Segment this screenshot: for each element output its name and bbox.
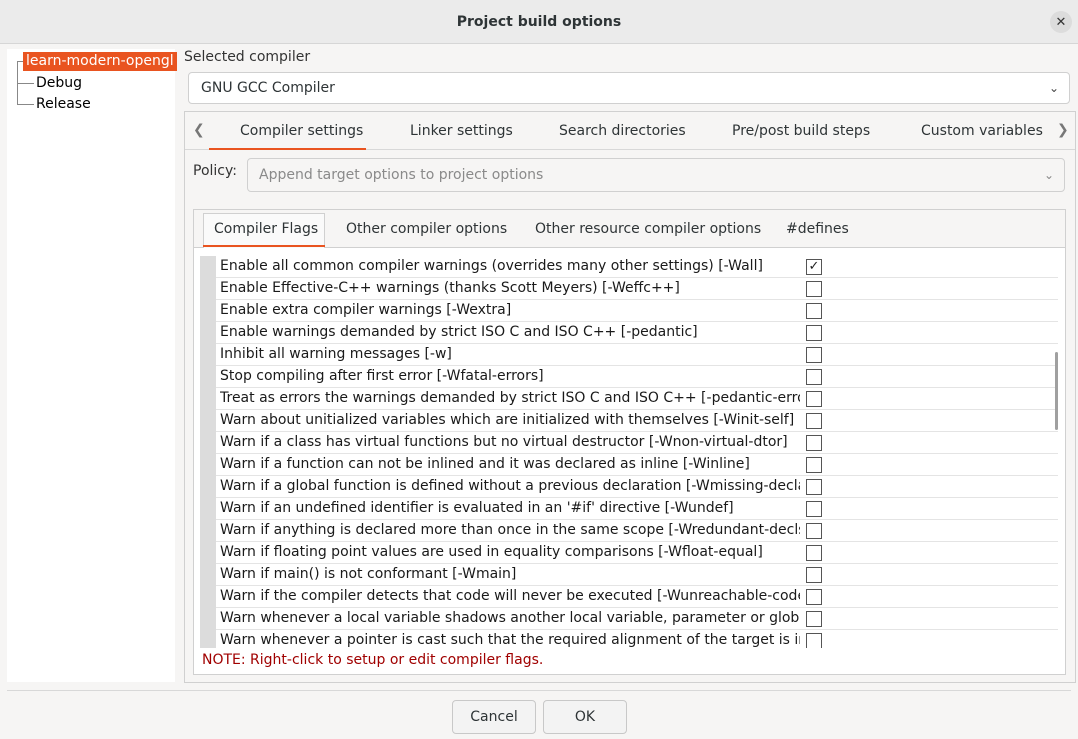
window-title: Project build options: [456, 13, 622, 30]
flag-description: Enable all common compiler warnings (ove…: [220, 258, 763, 274]
flag-checkbox[interactable]: [806, 281, 822, 297]
flag-description: Warn if a function can not be inlined an…: [220, 456, 750, 472]
active-tab-indicator: [203, 245, 325, 247]
flag-checkbox[interactable]: [806, 413, 822, 429]
flag-checkbox[interactable]: [806, 391, 822, 407]
close-icon[interactable]: ✕: [1050, 11, 1072, 33]
tab-other-compiler-options[interactable]: Other compiler options: [346, 221, 507, 237]
flag-checkbox[interactable]: [806, 567, 822, 583]
ok-button[interactable]: OK: [543, 700, 627, 734]
table-row[interactable]: Warn whenever a pointer is cast such tha…: [216, 630, 1058, 648]
table-row[interactable]: Warn if the compiler detects that code w…: [216, 586, 1058, 608]
flag-description: Warn if anything is declared more than o…: [220, 522, 800, 538]
compiler-tab-bar: Compiler Flags Other compiler options Ot…: [194, 210, 1065, 248]
active-tab-indicator: [209, 148, 366, 150]
table-row[interactable]: Warn if main() is not conformant [-Wmain…: [216, 564, 1058, 586]
list-gutter: [200, 256, 216, 648]
tree-item-release[interactable]: Release: [36, 95, 91, 114]
table-row[interactable]: Warn if a function can not be inlined an…: [216, 454, 1058, 476]
flag-checkbox[interactable]: [806, 457, 822, 473]
compiler-flags-panel: Compiler Flags Other compiler options Ot…: [193, 209, 1066, 675]
tree-connector: [17, 83, 34, 84]
title-bar: Project build options ✕: [0, 0, 1078, 44]
flag-checkbox[interactable]: [806, 369, 822, 385]
tab-other-resource-compiler-options[interactable]: Other resource compiler options: [535, 221, 761, 237]
tree-connector: [17, 104, 34, 105]
tab-compiler-settings[interactable]: Compiler settings: [240, 123, 363, 139]
table-row[interactable]: Enable Effective-C++ warnings (thanks Sc…: [216, 278, 1058, 300]
table-row[interactable]: Warn whenever a local variable shadows a…: [216, 608, 1058, 630]
policy-dropdown-value: Append target options to project options: [259, 167, 544, 183]
table-row[interactable]: Warn if an undefined identifier is evalu…: [216, 498, 1058, 520]
tab-pre-post-build-steps[interactable]: Pre/post build steps: [732, 123, 870, 139]
settings-panel: ❮ Compiler settings Linker settings Sear…: [184, 111, 1076, 683]
build-target-tree: learn-modern-opengl Debug Release: [7, 49, 177, 682]
chevron-down-icon: ⌄: [1043, 168, 1054, 182]
flag-checkbox[interactable]: [806, 325, 822, 341]
flag-description: Warn if a class has virtual functions bu…: [220, 434, 788, 450]
flag-checkbox[interactable]: [806, 435, 822, 451]
table-row[interactable]: Enable warnings demanded by strict ISO C…: [216, 322, 1058, 344]
table-row[interactable]: Inhibit all warning messages [-w]: [216, 344, 1058, 366]
flag-description: Warn if floating point values are used i…: [220, 544, 763, 560]
flag-description: Warn if an undefined identifier is evalu…: [220, 500, 734, 516]
flag-description: Enable extra compiler warnings [-Wextra]: [220, 302, 512, 318]
flag-description: Enable warnings demanded by strict ISO C…: [220, 324, 698, 340]
tree-item-project[interactable]: learn-modern-opengl: [23, 52, 177, 71]
settings-tab-bar: ❮ Compiler settings Linker settings Sear…: [185, 112, 1075, 150]
flag-description: Warn if main() is not conformant [-Wmain…: [220, 566, 517, 582]
table-row[interactable]: Warn if a global function is defined wit…: [216, 476, 1058, 498]
table-row[interactable]: Warn about unitialized variables which a…: [216, 410, 1058, 432]
chevron-left-icon[interactable]: ❮: [193, 122, 205, 138]
table-row[interactable]: Enable extra compiler warnings [-Wextra]: [216, 300, 1058, 322]
tab-linker-settings[interactable]: Linker settings: [410, 123, 513, 139]
vertical-scrollbar[interactable]: [1055, 352, 1058, 430]
policy-label: Policy:: [193, 163, 237, 179]
flag-checkbox[interactable]: [806, 501, 822, 517]
flag-checkbox[interactable]: [806, 589, 822, 605]
flag-description: Warn about unitialized variables which a…: [220, 412, 795, 428]
flag-description: Stop compiling after first error [-Wfata…: [220, 368, 544, 384]
tab-search-directories[interactable]: Search directories: [559, 123, 686, 139]
flag-description: Warn if the compiler detects that code w…: [220, 588, 800, 604]
flag-description: Warn whenever a pointer is cast such tha…: [220, 632, 800, 648]
flag-checkbox[interactable]: [806, 611, 822, 627]
flag-checkbox[interactable]: [806, 347, 822, 363]
flag-checkbox[interactable]: ✓: [806, 259, 822, 275]
flag-checkbox[interactable]: [806, 303, 822, 319]
flag-description: Inhibit all warning messages [-w]: [220, 346, 452, 362]
policy-dropdown[interactable]: Append target options to project options…: [247, 158, 1065, 192]
flag-description: Warn if a global function is defined wit…: [220, 478, 800, 494]
divider: [7, 690, 1071, 691]
flag-checkbox[interactable]: [806, 633, 822, 648]
tab-compiler-flags[interactable]: Compiler Flags: [214, 221, 318, 237]
tree-item-debug[interactable]: Debug: [36, 74, 82, 93]
tab-defines[interactable]: #defines: [786, 221, 849, 237]
compiler-dropdown[interactable]: GNU GCC Compiler ⌄: [188, 72, 1070, 104]
table-row[interactable]: Warn if floating point values are used i…: [216, 542, 1058, 564]
flag-checkbox[interactable]: [806, 479, 822, 495]
table-row[interactable]: Warn if a class has virtual functions bu…: [216, 432, 1058, 454]
flag-checkbox[interactable]: [806, 545, 822, 561]
compiler-flags-list[interactable]: Enable all common compiler warnings (ove…: [200, 256, 1058, 648]
table-row[interactable]: Enable all common compiler warnings (ove…: [216, 256, 1058, 278]
chevron-right-icon[interactable]: ❯: [1057, 122, 1069, 138]
flag-description: Enable Effective-C++ warnings (thanks Sc…: [220, 280, 680, 296]
compiler-flags-note: NOTE: Right-click to setup or edit compi…: [202, 652, 544, 668]
tab-custom-variables[interactable]: Custom variables: [921, 123, 1043, 139]
selected-compiler-label: Selected compiler: [184, 49, 311, 65]
compiler-dropdown-value: GNU GCC Compiler: [201, 80, 335, 96]
flag-description: Warn whenever a local variable shadows a…: [220, 610, 800, 626]
flag-description: Treat as errors the warnings demanded by…: [220, 390, 800, 406]
flag-checkbox[interactable]: [806, 523, 822, 539]
table-row[interactable]: Stop compiling after first error [-Wfata…: [216, 366, 1058, 388]
table-row[interactable]: Treat as errors the warnings demanded by…: [216, 388, 1058, 410]
cancel-button[interactable]: Cancel: [452, 700, 536, 734]
chevron-down-icon: ⌄: [1048, 81, 1059, 95]
table-row[interactable]: Warn if anything is declared more than o…: [216, 520, 1058, 542]
